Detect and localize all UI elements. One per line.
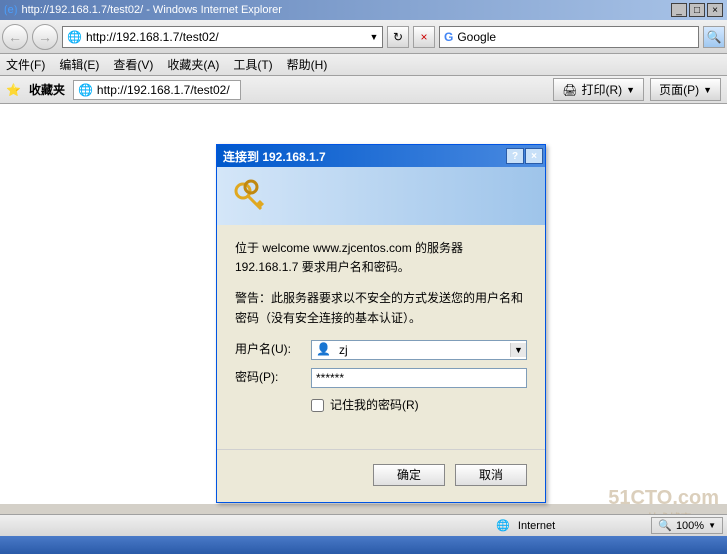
username-label: 用户名(U): <box>235 340 311 359</box>
status-bar: 🌐 Internet 🔍 100% ▼ <box>0 514 727 536</box>
auth-dialog: 连接到 192.168.1.7 ? × 位于 welcome www.zjcen… <box>216 144 546 503</box>
ok-button[interactable]: 确定 <box>373 464 445 486</box>
password-label: 密码(P): <box>235 368 311 387</box>
browser-tab[interactable]: 🌐 http://192.168.1.7/test02/ <box>73 80 241 100</box>
remember-checkbox[interactable] <box>311 399 324 412</box>
page-button[interactable]: 页面(P) ▼ <box>650 78 721 101</box>
back-button[interactable]: ← <box>2 24 28 50</box>
dropdown-icon: ▼ <box>703 85 712 95</box>
content-area: 连接到 192.168.1.7 ? × 位于 welcome www.zjcen… <box>0 104 727 504</box>
minimize-button[interactable]: _ <box>671 3 687 17</box>
dialog-warning: 警告：此服务器要求以不安全的方式发送您的用户名和密码（没有安全连接的基本认证）。 <box>235 289 527 327</box>
dialog-banner <box>217 167 545 225</box>
username-input[interactable] <box>335 343 510 357</box>
menu-file[interactable]: 文件(F) <box>6 56 45 73</box>
menu-edit[interactable]: 编辑(E) <box>59 56 99 73</box>
user-icon: 👤 <box>312 340 335 359</box>
dialog-titlebar: 连接到 192.168.1.7 ? × <box>217 145 545 167</box>
window-title: http://192.168.1.7/test02/ - Windows Int… <box>21 4 281 16</box>
username-dropdown[interactable]: ▼ <box>510 343 526 357</box>
page-icon: 🌐 <box>63 30 86 44</box>
remember-label: 记住我的密码(R) <box>330 396 419 415</box>
zoom-value: 100% <box>676 520 704 532</box>
zoom-control[interactable]: 🔍 100% ▼ <box>651 517 723 534</box>
menu-tools[interactable]: 工具(T) <box>233 56 272 73</box>
printer-icon: 🖨 <box>562 83 577 97</box>
menu-bar: 文件(F) 编辑(E) 查看(V) 收藏夹(A) 工具(T) 帮助(H) <box>0 54 727 76</box>
dialog-message-1: 位于 welcome www.zjcentos.com 的服务器 192.168… <box>235 239 527 277</box>
password-field[interactable] <box>311 368 527 388</box>
address-dropdown[interactable]: ▼ <box>366 32 382 42</box>
search-input[interactable] <box>457 30 698 44</box>
refresh-button[interactable]: ↻ <box>387 26 409 48</box>
dropdown-icon: ▼ <box>626 85 635 95</box>
dialog-title: 连接到 192.168.1.7 <box>223 148 326 165</box>
search-go-button[interactable]: 🔍 <box>703 26 725 48</box>
globe-icon: 🌐 <box>496 519 510 532</box>
zone-label: Internet <box>518 520 555 532</box>
print-button[interactable]: 🖨 打印(R) ▼ <box>553 78 644 101</box>
maximize-button[interactable]: □ <box>689 3 705 17</box>
favorites-star-icon: ⭐ <box>6 83 21 97</box>
google-icon: G <box>440 30 457 44</box>
tab-icon: 🌐 <box>78 83 93 97</box>
address-bar[interactable]: 🌐 ▼ <box>62 26 383 48</box>
zoom-icon: 🔍 <box>658 519 672 532</box>
dialog-help-button[interactable]: ? <box>506 148 524 164</box>
address-input[interactable] <box>86 30 366 44</box>
close-button[interactable]: × <box>707 3 723 17</box>
menu-help[interactable]: 帮助(H) <box>287 56 328 73</box>
menu-favorites[interactable]: 收藏夹(A) <box>167 56 219 73</box>
favorites-label[interactable]: 收藏夹 <box>29 81 65 98</box>
tab-title: http://192.168.1.7/test02/ <box>97 83 230 97</box>
favorites-bar: ⭐ 收藏夹 🌐 http://192.168.1.7/test02/ 🖨 打印(… <box>0 76 727 104</box>
menu-view[interactable]: 查看(V) <box>113 56 153 73</box>
keys-icon <box>231 177 271 217</box>
username-field[interactable]: 👤 ▼ <box>311 340 527 360</box>
forward-button[interactable]: → <box>32 24 58 50</box>
taskbar <box>0 536 727 554</box>
dialog-close-button[interactable]: × <box>525 148 543 164</box>
stop-button[interactable]: × <box>413 26 435 48</box>
window-titlebar: ⟮e⟯ http://192.168.1.7/test02/ - Windows… <box>0 0 727 20</box>
cancel-button[interactable]: 取消 <box>455 464 527 486</box>
search-bar[interactable]: G <box>439 26 699 48</box>
ie-icon: ⟮e⟯ <box>4 4 17 17</box>
navigation-toolbar: ← → 🌐 ▼ ↻ × G 🔍 <box>0 20 727 54</box>
password-input[interactable] <box>312 371 526 385</box>
